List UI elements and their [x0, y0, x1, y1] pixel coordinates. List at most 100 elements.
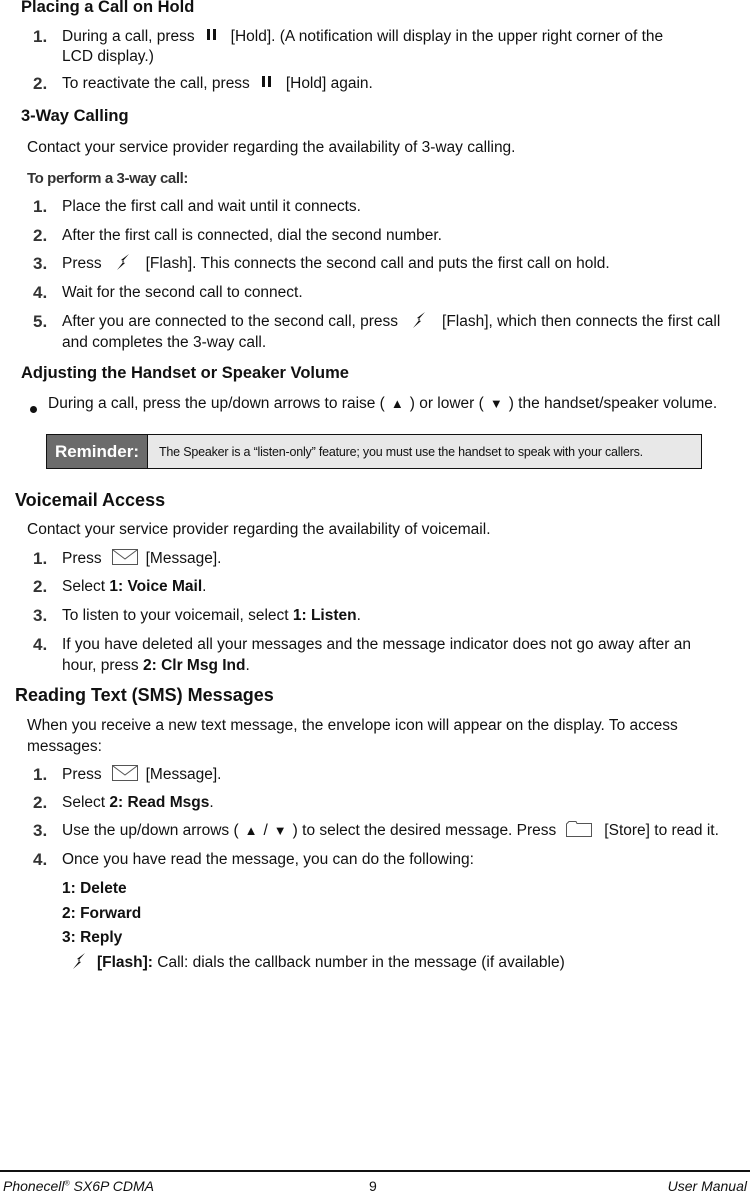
model-name: SX6P CDMA — [69, 1178, 154, 1194]
step-number: 3. — [33, 606, 48, 625]
threeway-step-5: After you are connected to the second ca… — [62, 313, 720, 331]
option-reply: 3: Reply — [62, 929, 123, 946]
sms-step-2: Select 2: Read Msgs. — [62, 794, 214, 812]
page-number: 9 — [369, 1178, 377, 1194]
step-number: 4. — [33, 283, 48, 302]
step-number: 4. — [33, 635, 48, 654]
menu-option: 2: Clr Msg Ind — [143, 657, 246, 674]
down-arrow-icon: ▼ — [489, 396, 503, 411]
step-number: 1. — [33, 27, 48, 46]
step-text-line2: and completes the 3-way call. — [62, 334, 267, 351]
sms-step-1: Press [Message]. — [62, 766, 221, 784]
menu-option: 1: Voice Mail — [109, 578, 203, 595]
menu-option: 2: Read Msgs — [109, 794, 210, 811]
voicemail-step-1: Press [Message]. — [62, 550, 221, 568]
subheading: To perform a 3-way call: — [27, 170, 189, 187]
hold-icon — [206, 29, 217, 41]
step-text: [Message]. — [145, 550, 222, 567]
product-name: Phonecell — [3, 1178, 65, 1194]
bullet-text: ) the handset/speaker volume. — [508, 395, 718, 412]
voicemail-step-2: Select 1: Voice Mail. — [62, 578, 206, 596]
step-text: Press — [62, 550, 102, 567]
option-label: [Flash]: — [97, 954, 153, 972]
step-text: Use the up/down arrows ( — [62, 822, 239, 839]
step-text: . — [245, 657, 250, 674]
step-number: 1. — [33, 765, 48, 784]
section-intro: Contact your service provider regarding … — [27, 139, 516, 156]
step-text: Press — [62, 766, 102, 783]
step-text: After the first call is connected, dial … — [62, 227, 442, 244]
sms-step-3: Use the up/down arrows ( ▲ / ▼ ) to select t… — [62, 822, 719, 840]
hold-icon — [261, 76, 272, 88]
step-text: . — [209, 794, 214, 811]
step-text: Wait for the second call to connect. — [62, 284, 303, 301]
step-text: . — [202, 578, 207, 595]
section-intro: When you receive a new text message, the… — [27, 717, 678, 734]
voicemail-step-4-line2: hour, press 2: Clr Msg Ind. — [62, 657, 250, 675]
bullet — [30, 400, 37, 418]
step-text: To listen to your voicemail, select — [62, 607, 293, 624]
step-text: [Hold] again. — [285, 75, 373, 92]
option-text: Call: dials the callback number in the m… — [152, 954, 565, 972]
envelope-icon — [112, 549, 138, 565]
hold-step-2: To reactivate the call, press [Hold] agai… — [62, 75, 373, 93]
step-number: 3. — [33, 821, 48, 840]
reminder-box: Reminder: The Speaker is a “listen-only”… — [46, 434, 702, 469]
step-text: Place the first call and wait until it c… — [62, 198, 361, 215]
folder-icon — [566, 821, 592, 837]
section-title-volume: Adjusting the Handset or Speaker Volume — [21, 364, 349, 382]
bullet-text: ) or lower ( — [409, 395, 484, 412]
reminder-text: The Speaker is a “listen-only” feature; … — [159, 444, 643, 459]
step-number: 4. — [33, 850, 48, 869]
step-text: [Message]. — [145, 766, 222, 783]
reminder-label: Reminder: — [47, 435, 148, 468]
volume-bullet-text: During a call, press the up/down arrows … — [48, 395, 717, 413]
section-title-voicemail: Voicemail Access — [15, 490, 166, 510]
step-number: 5. — [33, 312, 48, 331]
down-arrow-icon: ▼ — [273, 823, 287, 838]
section-title-3way: 3-Way Calling — [21, 107, 129, 125]
step-number: 2. — [33, 74, 48, 93]
step-text: Press — [62, 255, 102, 273]
step-number: 1. — [33, 197, 48, 216]
step-text: ) to select the desired message. Press — [292, 822, 557, 839]
up-arrow-icon: ▲ — [244, 823, 258, 838]
step-text: [Store] to read it. — [604, 822, 719, 839]
step-number: 2. — [33, 226, 48, 245]
option-forward: 2: Forward — [62, 905, 142, 922]
step-text: / — [263, 822, 268, 839]
flash-icon — [114, 253, 132, 271]
bullet-text: During a call, press the up/down arrows … — [48, 395, 385, 412]
section-title-sms: Reading Text (SMS) Messages — [15, 685, 274, 705]
step-text: [Hold]. (A notification will display in … — [230, 28, 664, 45]
flash-icon — [410, 311, 428, 329]
step-text: After you are connected to the second ca… — [62, 313, 399, 331]
hold-step-1: During a call, press [Hold]. (A notificat… — [62, 28, 663, 46]
section-intro-line2: messages: — [27, 738, 102, 755]
section-intro: Contact your service provider regarding … — [27, 521, 491, 538]
step-number: 2. — [33, 577, 48, 596]
voicemail-step-3: To listen to your voicemail, select 1: L… — [62, 607, 361, 625]
threeway-step-3: Press [Flash]. This connects the second c… — [62, 255, 610, 273]
step-text: Once you have read the message, you can … — [62, 851, 474, 868]
option-delete: 1: Delete — [62, 880, 127, 897]
step-number: 1. — [33, 549, 48, 568]
step-number: 3. — [33, 254, 48, 273]
up-arrow-icon: ▲ — [390, 396, 404, 411]
footer-product: Phonecell® SX6P CDMA — [3, 1178, 154, 1194]
step-text: If you have deleted all your messages an… — [62, 636, 691, 653]
footer-rule — [0, 1170, 750, 1172]
step-text: Select — [62, 794, 110, 811]
step-text: [Flash], which then connects the first c… — [442, 313, 721, 331]
section-title-hold: Placing a Call on Hold — [21, 0, 195, 16]
step-text: [Flash]. This connects the second call a… — [145, 255, 610, 273]
menu-option: 1: Listen — [292, 607, 357, 624]
step-text: During a call, press — [62, 28, 195, 45]
step-text: Select — [62, 578, 110, 595]
step-text: . — [356, 607, 361, 624]
option-flash: [Flash]: Call: dials the callback number… — [70, 954, 565, 972]
footer-doc-title: User Manual — [667, 1178, 747, 1194]
hold-step-1-line2: LCD display.) — [62, 48, 154, 65]
step-text: hour, press — [62, 657, 143, 674]
step-number: 2. — [33, 793, 48, 812]
